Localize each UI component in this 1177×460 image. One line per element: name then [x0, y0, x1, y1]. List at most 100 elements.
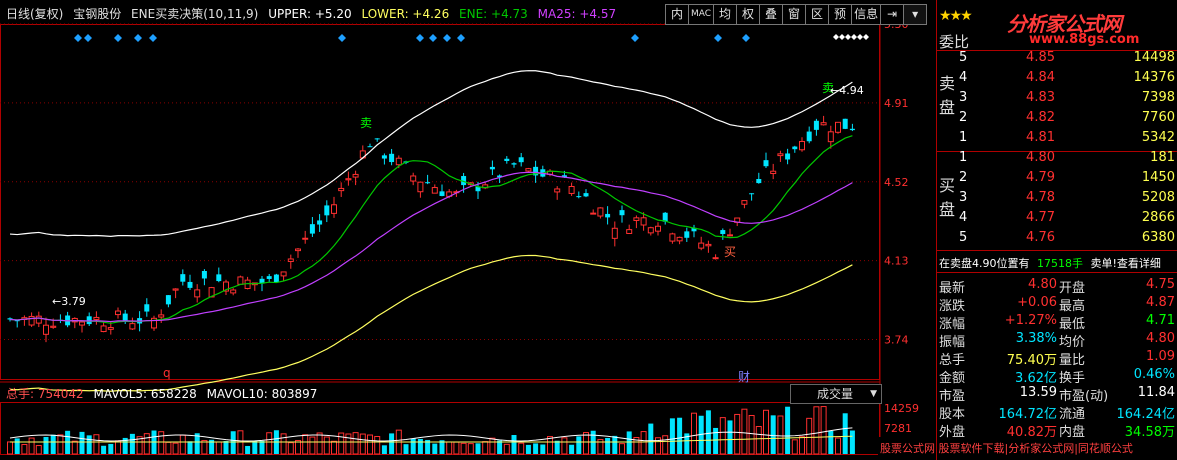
order-volume: 6380	[1141, 230, 1175, 245]
divider	[937, 272, 1177, 273]
high-price-label: ←4.94	[830, 84, 864, 97]
volume-indicator-dropdown[interactable]: 成交量 ▼	[790, 384, 882, 404]
volume-bar	[43, 436, 49, 454]
order-level: 2	[959, 110, 968, 125]
candle-body	[93, 316, 100, 320]
event-marker-q: q	[163, 366, 171, 380]
toolbar-button-quan[interactable]: 权	[736, 4, 761, 25]
order-level: 4	[959, 210, 968, 225]
volume-bar	[158, 431, 165, 455]
buy-row-5[interactable]: 5 4.76 6380	[937, 230, 1177, 250]
toolbar-button-yu[interactable]: 预	[828, 4, 853, 25]
sell-row-2[interactable]: 2 4.82 7760	[937, 110, 1177, 130]
order-price: 4.85	[1026, 50, 1055, 65]
candle-body	[504, 158, 510, 161]
toolbar-button-qu[interactable]: 区	[805, 4, 830, 25]
candle-body	[43, 324, 49, 335]
order-price: 4.80	[1026, 150, 1055, 165]
lower-value: LOWER: +4.26	[361, 7, 450, 21]
candle-body	[309, 224, 315, 234]
order-level: 3	[959, 90, 968, 105]
candle-body	[785, 153, 791, 160]
candle-body	[698, 242, 705, 249]
stat-value: +0.06	[1017, 295, 1057, 310]
stat-value: 3.62亿	[1015, 371, 1057, 386]
indicator-name[interactable]: ENE买卖决策(10,11,9)	[131, 7, 258, 21]
period-label[interactable]: 日线(复权)	[6, 7, 63, 21]
volume-bar	[561, 437, 568, 455]
stat-key: 涨幅	[939, 317, 966, 332]
candle-body	[770, 170, 777, 175]
order-price: 4.78	[1026, 190, 1055, 205]
volume-bar	[583, 432, 589, 455]
stat-row: 外盘 40.82万 内盘 34.58万	[939, 421, 1177, 440]
toolbar-button-die[interactable]: 叠	[759, 4, 784, 25]
order-price: 4.83	[1026, 90, 1055, 105]
volume-bar	[201, 440, 208, 455]
site-url[interactable]: www.88gs.com	[1029, 32, 1139, 47]
kline-chart-area[interactable]: 5.304.914.524.133.74卖卖买q财←3.79←4.9414259…	[0, 0, 1133, 460]
volume-bar	[316, 432, 323, 455]
sell-row-4[interactable]: 4 4.84 14376	[937, 70, 1177, 90]
notice-volume: 17518手	[1037, 257, 1083, 270]
candle-body	[820, 122, 827, 126]
volume-bar	[748, 414, 755, 455]
volume-bar	[230, 431, 236, 454]
order-volume: 181	[1150, 150, 1175, 165]
candle-body	[576, 196, 582, 198]
volume-bar	[677, 417, 683, 454]
volume-bar	[460, 442, 467, 455]
candle-body	[684, 231, 690, 238]
candle-body	[590, 212, 597, 215]
divider	[937, 250, 1177, 251]
toolbar-button-mac[interactable]: MAC	[688, 4, 715, 25]
order-level: 1	[959, 150, 968, 165]
buy-row-4[interactable]: 4 4.77 2866	[937, 210, 1177, 230]
candle-body	[640, 217, 647, 226]
volume-bar	[489, 437, 496, 455]
candle-body	[331, 204, 337, 214]
candle-body	[626, 229, 633, 234]
sell-row-1[interactable]: 1 4.81 5342	[937, 130, 1177, 150]
sell-row-5[interactable]: 5 4.85 14498	[937, 50, 1177, 70]
volume-bar	[367, 434, 373, 455]
candle-body	[554, 188, 561, 193]
volume-bar	[287, 442, 294, 455]
order-price: 4.82	[1026, 110, 1055, 125]
buy-row-2[interactable]: 2 4.79 1450	[937, 170, 1177, 190]
toolbar-dropdown-icon[interactable]: ▾	[903, 4, 928, 25]
candle-body	[647, 227, 654, 234]
volume-bar	[813, 406, 820, 455]
volume-bar	[569, 444, 575, 454]
sell-signal-label: 卖	[360, 116, 372, 130]
buy-row-3[interactable]: 3 4.78 5208	[937, 190, 1177, 210]
large-order-notice[interactable]: 在卖盘4.90位置有 17518手 卖单!查看详细	[939, 255, 1161, 271]
event-marker-cai: 财	[738, 370, 750, 384]
order-price: 4.77	[1026, 210, 1055, 225]
toolbar-pin-icon[interactable]: ⇥	[880, 4, 905, 25]
sell-row-3[interactable]: 3 4.83 7398	[937, 90, 1177, 110]
price-axis-label: 4.52	[884, 176, 909, 189]
toolbar-button-jun[interactable]: 均	[713, 4, 738, 25]
volume-bar	[359, 433, 366, 455]
buy-row-1[interactable]: 1 4.80 181	[937, 150, 1177, 170]
volume-bar	[713, 427, 719, 454]
candle-body	[849, 128, 855, 131]
volume-bar	[215, 441, 222, 455]
toolbar-button-info[interactable]: 信息	[851, 4, 882, 25]
candle-body	[705, 243, 712, 247]
volume-bar	[352, 432, 359, 455]
candle-body	[280, 271, 287, 277]
volume-bar	[842, 413, 848, 454]
candle-body	[806, 131, 812, 142]
low-price-label: ←3.79	[52, 295, 86, 308]
volume-bar	[763, 409, 769, 455]
stat-key: 振幅	[939, 335, 966, 350]
volume-bar	[165, 441, 172, 455]
toolbar-button-nei[interactable]: 内	[665, 4, 689, 25]
volume-bar	[669, 418, 675, 454]
stat-key: 总手	[939, 353, 966, 368]
toolbar-button-chuang[interactable]: 窗	[782, 4, 807, 25]
volume-total: 总手: 754042	[6, 387, 84, 401]
buy-signal-label: 买	[724, 245, 736, 259]
